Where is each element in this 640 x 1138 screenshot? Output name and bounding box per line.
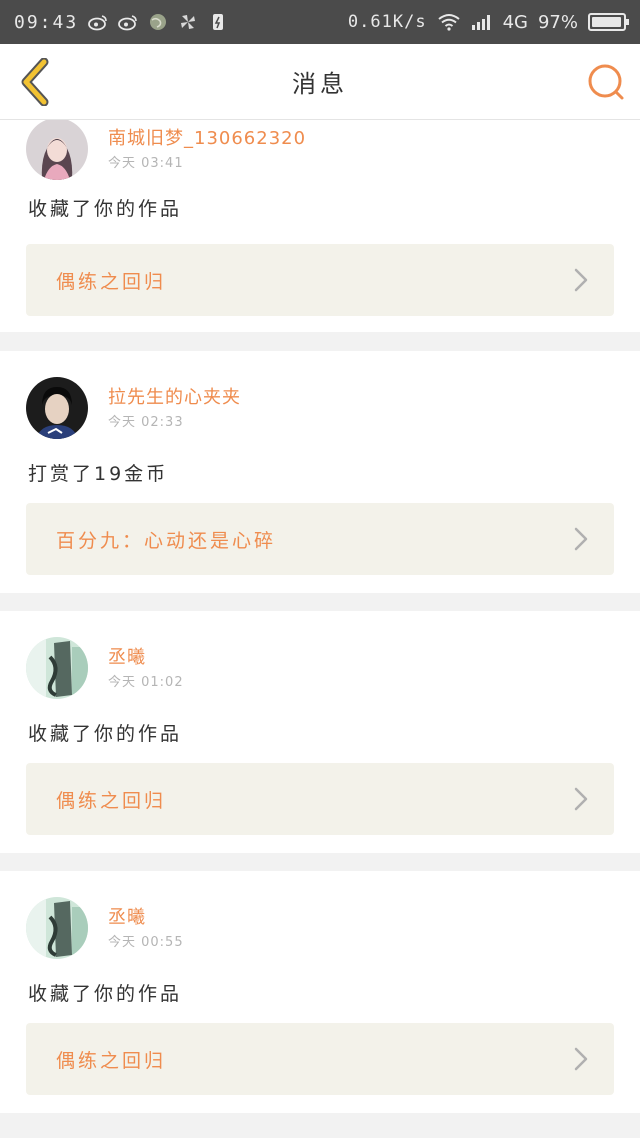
message-time: 今天 02:33 <box>108 415 184 430</box>
message-card: 丞曦 今天 01:02 收藏了你的作品 偶练之回归 <box>0 611 640 853</box>
battery-percent: 97% <box>537 11 578 33</box>
message-card: 拉先生的心夹夹 今天 02:33 打赏了19金币 百分九：心动还是心碎 <box>0 351 640 593</box>
message-header: 南城旧梦_130662320 今天 03:41 <box>26 120 626 180</box>
work-link[interactable]: 偶练之回归 <box>26 763 614 835</box>
net-speed: 0.61K/s <box>347 12 427 32</box>
avatar[interactable] <box>26 377 88 439</box>
avatar[interactable] <box>26 897 88 959</box>
status-bar-left: 09:43 <box>14 12 228 33</box>
nav-bar: 消息 <box>0 44 640 120</box>
username[interactable]: 南城旧梦_130662320 <box>108 124 306 150</box>
status-time: 09:43 <box>14 11 79 33</box>
avatar[interactable] <box>26 637 88 699</box>
message-action: 收藏了你的作品 <box>28 198 183 220</box>
green-photo-avatar <box>26 897 88 959</box>
username[interactable]: 丞曦 <box>108 643 146 669</box>
work-link[interactable]: 偶练之回归 <box>26 244 614 316</box>
battery-icon <box>588 13 629 31</box>
message-time: 今天 00:55 <box>108 935 184 950</box>
message-time: 今天 01:02 <box>108 675 184 690</box>
status-bar: 09:43 0.61K/s 4G 97% <box>0 0 640 44</box>
notification-icon <box>213 14 224 30</box>
search-icon[interactable] <box>586 62 626 102</box>
battery-level <box>592 17 622 27</box>
message-header: 拉先生的心夹夹 今天 02:33 <box>26 377 626 439</box>
pinwheel-icon <box>181 15 196 29</box>
weibo-icon <box>118 15 137 31</box>
chevron-right-icon <box>574 787 588 811</box>
username[interactable]: 丞曦 <box>108 903 146 929</box>
work-title: 偶练之回归 <box>56 271 167 293</box>
chevron-right-icon <box>574 268 588 292</box>
message-header: 丞曦 今天 00:55 <box>26 897 626 959</box>
work-link[interactable]: 百分九：心动还是心碎 <box>26 503 614 575</box>
message-time: 今天 03:41 <box>108 156 184 171</box>
work-title: 偶练之回归 <box>56 790 167 812</box>
chevron-right-icon <box>574 527 588 551</box>
page-title: 消息 <box>292 70 348 98</box>
message-card: 丞曦 今天 00:55 收藏了你的作品 偶练之回归 <box>0 871 640 1113</box>
green-photo-avatar <box>26 637 88 699</box>
work-title: 偶练之回归 <box>56 1050 167 1072</box>
message-card: 南城旧梦_130662320 今天 03:41 收藏了你的作品 偶练之回归 <box>0 120 640 332</box>
username[interactable]: 拉先生的心夹夹 <box>108 383 241 409</box>
globe-icon <box>150 14 167 30</box>
work-title: 百分九：心动还是心碎 <box>56 530 277 552</box>
network-type: 4G <box>502 11 528 33</box>
young-man-avatar <box>26 377 88 439</box>
message-action: 打赏了19金币 <box>28 463 169 485</box>
message-action: 收藏了你的作品 <box>28 723 183 745</box>
message-header: 丞曦 今天 01:02 <box>26 637 626 699</box>
signal-icon <box>471 15 490 30</box>
status-bar-right: 0.61K/s 4G 97% <box>347 11 629 33</box>
chevron-left-icon[interactable] <box>14 58 58 106</box>
weibo-icon <box>88 15 107 31</box>
message-action: 收藏了你的作品 <box>28 983 183 1005</box>
illustrated-girl-avatar <box>26 120 88 180</box>
avatar[interactable] <box>26 120 88 180</box>
chevron-right-icon <box>574 1047 588 1071</box>
message-list[interactable]: 南城旧梦_130662320 今天 03:41 收藏了你的作品 偶练之回归 拉先… <box>0 120 640 1138</box>
work-link[interactable]: 偶练之回归 <box>26 1023 614 1095</box>
wifi-icon <box>437 14 460 31</box>
